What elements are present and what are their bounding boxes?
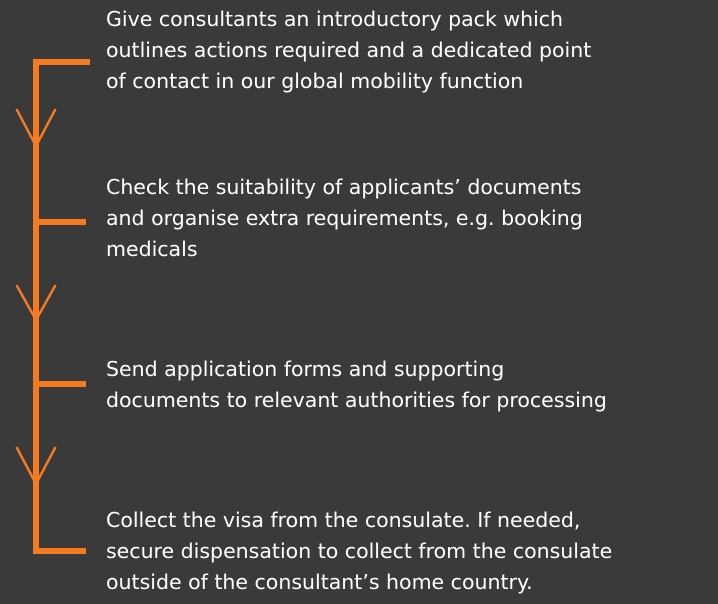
process-diagram: Give consultants an introductory pack wh…: [0, 0, 718, 604]
step-1-line-3: of contact in our global mobility functi…: [106, 69, 524, 93]
step-3-line-2: documents to relevant authorities for pr…: [106, 388, 607, 412]
step-3-text: Send application forms and supporting do…: [106, 354, 718, 416]
step-4-text: Collect the visa from the consulate. If …: [106, 505, 718, 598]
step-1-text: Give consultants an introductory pack wh…: [106, 4, 718, 97]
step-2-line-1: Check the suitability of applicants’ doc…: [106, 175, 582, 199]
step-4-line-1: Collect the visa from the consulate. If …: [106, 508, 581, 532]
step-2-line-3: medicals: [106, 237, 198, 261]
step-4-line-2: secure dispensation to collect from the …: [106, 539, 613, 563]
step-3-line-1: Send application forms and supporting: [106, 357, 505, 381]
step-2-line-2: and organise extra requirements, e.g. bo…: [106, 206, 583, 230]
step-4-line-3: outside of the consultant’s home country…: [106, 570, 533, 594]
step-1-line-1: Give consultants an introductory pack wh…: [106, 7, 564, 31]
step-1-line-2: outlines actions required and a dedicate…: [106, 38, 592, 62]
step-2-text: Check the suitability of applicants’ doc…: [106, 172, 718, 265]
